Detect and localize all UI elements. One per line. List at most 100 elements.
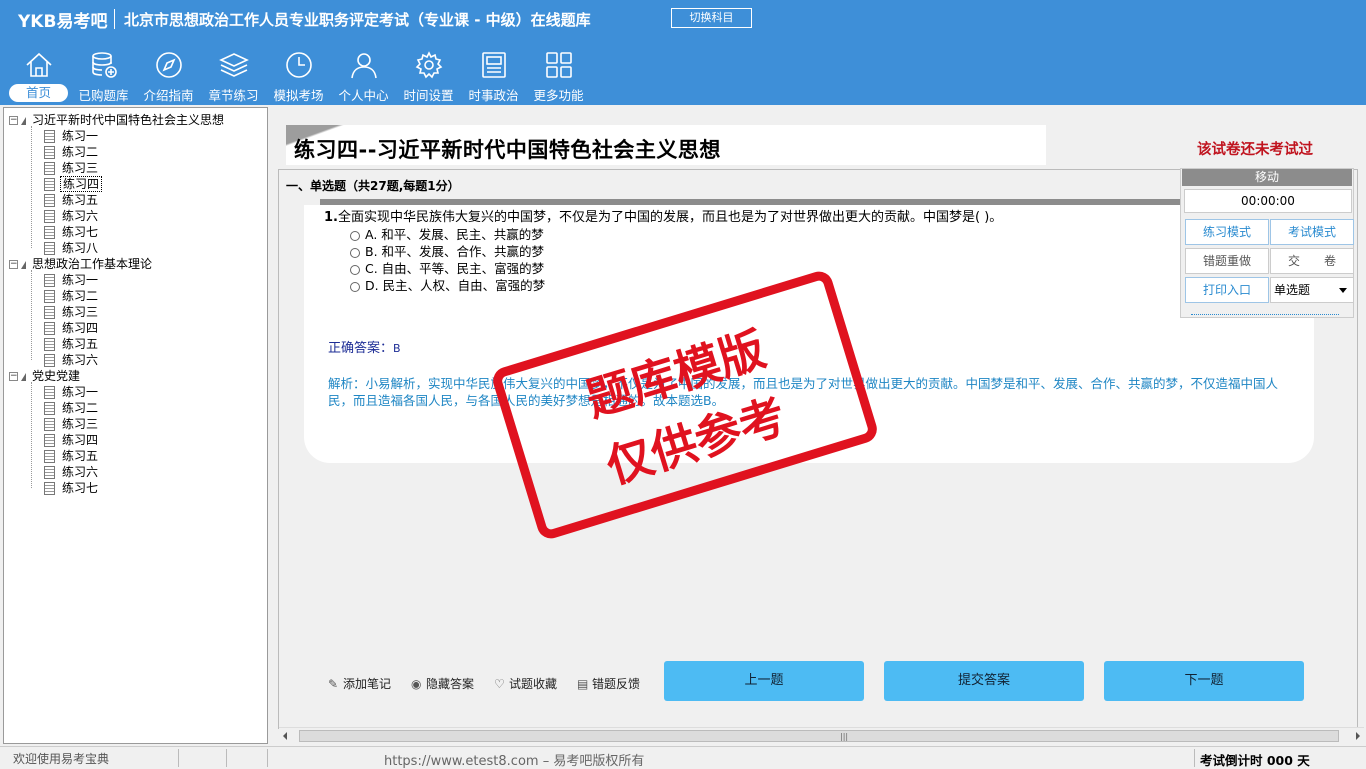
- status-divider: [267, 749, 268, 767]
- scroll-right-icon[interactable]: [1356, 732, 1360, 740]
- document-icon: [44, 418, 55, 431]
- tree-item[interactable]: 练习七: [44, 224, 100, 240]
- tree-item[interactable]: 练习三: [44, 160, 100, 176]
- tree-item-label: 练习三: [62, 161, 99, 175]
- tree-item-label: 练习七: [62, 225, 99, 239]
- folder-icon: [21, 372, 26, 381]
- status-divider: [226, 749, 227, 767]
- status-divider: [178, 749, 179, 767]
- tree-item-label: 练习八: [62, 241, 99, 255]
- tree-item[interactable]: 练习四: [44, 320, 100, 336]
- tree-item[interactable]: 练习五: [44, 448, 100, 464]
- document-icon: [44, 434, 55, 447]
- tree-item[interactable]: 练习二: [44, 288, 100, 304]
- panel-move-handle[interactable]: 移动: [1182, 169, 1352, 186]
- tree-item-label: 练习一: [62, 129, 99, 143]
- tree-item[interactable]: 练习一: [44, 384, 100, 400]
- prev-question-button[interactable]: 上一题: [664, 661, 864, 701]
- pencil-icon: ✎: [328, 677, 339, 691]
- radio-d[interactable]: [350, 281, 360, 292]
- tree-item-label: 练习四: [60, 176, 103, 192]
- exam-timer: 00:00:00: [1184, 189, 1352, 213]
- favorite-button[interactable]: ♡ 试题收藏: [494, 675, 557, 692]
- app-header: YKB易考吧 北京市思想政治工作人员专业职务评定考试（专业课 - 中级）在线题库…: [0, 0, 1366, 105]
- tree-item-label: 练习五: [62, 449, 99, 463]
- chapter-tree[interactable]: − 习近平新时代中国特色社会主义思想 练习一 练习二 练习三 练习四 练习五 练习六 练习七 练习…: [3, 107, 268, 744]
- hide-answer-button[interactable]: ◉ 隐藏答案: [411, 675, 474, 692]
- document-icon: [44, 306, 55, 319]
- tree-item[interactable]: 练习二: [44, 144, 100, 160]
- document-icon: [44, 162, 55, 175]
- tree-item[interactable]: 练习七: [44, 480, 100, 496]
- nav-time-settings[interactable]: 时间设置: [396, 48, 461, 104]
- document-icon: [44, 354, 55, 367]
- tree-item[interactable]: 练习五: [44, 192, 100, 208]
- status-bar: 欢迎使用易考宝典 https://www.etest8.com – 易考吧版权所…: [0, 746, 1366, 769]
- document-icon: [44, 386, 55, 399]
- add-note-button[interactable]: ✎ 添加笔记: [328, 675, 391, 692]
- submit-paper-button[interactable]: 交 卷: [1270, 248, 1354, 274]
- print-entry-button[interactable]: 打印入口: [1185, 277, 1269, 303]
- tree-item[interactable]: 练习六: [44, 464, 100, 480]
- question-number: 1.: [324, 210, 338, 225]
- nav-chapter[interactable]: 章节练习: [201, 48, 266, 104]
- radio-b[interactable]: [350, 247, 360, 258]
- eye-icon: ◉: [411, 677, 422, 691]
- news-icon: [482, 52, 506, 78]
- tree-item-label: 练习三: [62, 305, 99, 319]
- option-d[interactable]: D. 民主、人权、自由、富强的梦: [350, 275, 545, 294]
- tree-item[interactable]: 练习三: [44, 416, 100, 432]
- exam-countdown: 考试倒计时 000 天: [1200, 753, 1310, 768]
- nav-mock-exam[interactable]: 模拟考场: [266, 48, 331, 104]
- tree-item[interactable]: 练习六: [44, 208, 100, 224]
- gear-icon: [415, 51, 443, 79]
- tree-item-label: 练习四: [62, 321, 99, 335]
- tree-connector: [31, 126, 32, 248]
- practice-mode-button[interactable]: 练习模式: [1185, 219, 1269, 245]
- correct-answer: 正确答案：B: [328, 341, 401, 356]
- nav-purchased[interactable]: 已购题库: [71, 48, 136, 104]
- tree-group-label: 习近平新时代中国特色社会主义思想: [32, 113, 225, 127]
- next-question-button[interactable]: 下一题: [1104, 661, 1304, 701]
- nav-profile[interactable]: 个人中心: [331, 48, 396, 104]
- chevron-down-icon: [1339, 288, 1347, 293]
- document-icon: [44, 274, 55, 287]
- radio-a[interactable]: [350, 230, 360, 241]
- nav-guide[interactable]: 介绍指南: [136, 48, 201, 104]
- collapse-icon[interactable]: −: [9, 260, 18, 269]
- tree-item[interactable]: 练习八: [44, 240, 100, 256]
- scroll-left-icon[interactable]: [283, 732, 287, 740]
- collapse-icon[interactable]: −: [9, 116, 18, 125]
- submit-answer-button[interactable]: 提交答案: [884, 661, 1084, 701]
- nav-home[interactable]: 首页: [6, 48, 71, 104]
- tree-item[interactable]: 练习二: [44, 400, 100, 416]
- question-type-select[interactable]: 单选题: [1270, 277, 1354, 303]
- tree-item-label: 练习六: [62, 209, 99, 223]
- exam-status: 该试卷还未考试过: [1197, 142, 1313, 158]
- redo-wrong-button[interactable]: 错题重做: [1185, 248, 1269, 274]
- panel-slider[interactable]: [1191, 314, 1339, 315]
- radio-c[interactable]: [350, 264, 360, 275]
- switch-subject-button[interactable]: 切换科目: [671, 8, 752, 28]
- document-icon: [44, 290, 55, 303]
- report-error-button[interactable]: ▤ 错题反馈: [577, 675, 640, 692]
- tree-item[interactable]: 练习四: [44, 432, 100, 448]
- exam-mode-button[interactable]: 考试模式: [1270, 219, 1354, 245]
- tree-item[interactable]: 练习三: [44, 304, 100, 320]
- tree-item[interactable]: 练习四: [44, 176, 103, 192]
- document-icon: [44, 178, 55, 191]
- grip-icon: |||: [840, 732, 849, 741]
- document-icon: [44, 146, 55, 159]
- tree-group[interactable]: − 党史党建: [9, 368, 82, 384]
- nav-more[interactable]: 更多功能: [526, 48, 591, 104]
- tree-item[interactable]: 练习一: [44, 128, 100, 144]
- tree-item[interactable]: 练习六: [44, 352, 100, 368]
- nav-current-affairs[interactable]: 时事政治: [461, 48, 526, 104]
- tree-group-label: 党史党建: [32, 369, 81, 383]
- collapse-icon[interactable]: −: [9, 372, 18, 381]
- scrollbar-thumb[interactable]: |||: [299, 730, 1339, 742]
- tree-item[interactable]: 练习五: [44, 336, 100, 352]
- tree-item[interactable]: 练习一: [44, 272, 100, 288]
- horizontal-scrollbar[interactable]: |||: [279, 727, 1364, 744]
- tree-group[interactable]: − 习近平新时代中国特色社会主义思想: [9, 112, 226, 128]
